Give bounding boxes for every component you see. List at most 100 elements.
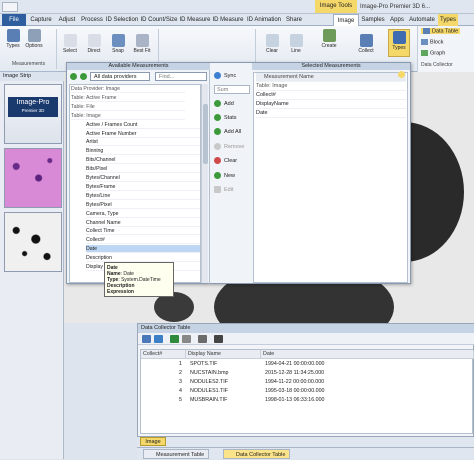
line-profile-button[interactable]: Line — [286, 34, 306, 54]
selected-list: Measurement Name Table: Image Collect# D… — [253, 72, 408, 283]
list-item[interactable]: Collect Time — [86, 227, 200, 236]
sum-select[interactable]: Sum — [214, 85, 250, 94]
tab-data-collector-table[interactable]: Data Collector Table — [223, 449, 291, 459]
data-grid: Collect# Display Name Date 1 SPOTS.TIF 1… — [140, 349, 474, 434]
tab-automate[interactable]: Automate — [407, 14, 437, 26]
list-group-header[interactable]: Data Provider: Image — [71, 85, 185, 93]
collect-button[interactable]: Collect — [355, 34, 377, 54]
dropdown-icon[interactable] — [182, 335, 191, 343]
vertical-scrollbar[interactable] — [201, 84, 208, 283]
tab-types[interactable]: Types — [438, 14, 458, 26]
check-icon[interactable] — [70, 73, 77, 80]
add-button[interactable]: Add — [214, 100, 234, 107]
list-item[interactable]: Bytes/Pixel — [86, 201, 200, 209]
types-dc-button[interactable]: Types — [388, 29, 410, 57]
tab-samples[interactable]: Samples — [360, 14, 386, 26]
tab-id-animation[interactable]: ID Animation — [245, 14, 283, 26]
list-group-header[interactable]: Table: File — [71, 103, 185, 111]
graph-button[interactable]: Graph — [421, 50, 445, 56]
data-collector-table: Data Collector Table Collect# Display Na… — [137, 323, 474, 437]
select-button[interactable]: Select — [60, 34, 80, 54]
tab-share[interactable]: Share — [284, 14, 304, 26]
thumbnail-spots[interactable] — [4, 212, 62, 272]
tab-image[interactable]: Image — [333, 14, 359, 26]
options-button[interactable]: Options — [24, 29, 44, 49]
snap-button[interactable]: Snap — [108, 34, 128, 54]
excel-icon[interactable] — [170, 335, 179, 343]
column-header-display-name[interactable]: Display Name — [186, 350, 261, 359]
table-icon[interactable] — [142, 335, 151, 343]
list-item[interactable]: Bits/Pixel — [86, 165, 200, 174]
pointer-icon — [87, 34, 101, 47]
list-item[interactable]: Date — [86, 245, 200, 254]
list-item[interactable]: Channel Name — [86, 219, 200, 227]
clear-icon — [265, 34, 279, 47]
list-group-header[interactable]: Table: Image — [71, 112, 185, 120]
list-item[interactable]: Active / Frames Count — [86, 121, 200, 129]
cell-date: 1995-03-18 00:00:00.000 — [265, 388, 325, 394]
types-icon — [392, 31, 406, 44]
cursor-icon — [63, 34, 77, 47]
image-strip-title: Image Strip — [0, 72, 64, 81]
selected-item[interactable]: DisplayName — [256, 100, 406, 109]
column-header-date[interactable]: Date — [261, 350, 474, 359]
tab-id-count-size[interactable]: ID Count/Size — [140, 14, 178, 26]
column-header-collect[interactable]: Collect# — [141, 350, 186, 359]
list-item[interactable]: Artist — [86, 138, 200, 147]
list-item[interactable]: Bits/Channel — [86, 156, 200, 165]
list-item[interactable]: Camera, Type — [86, 210, 200, 218]
chart-icon[interactable] — [198, 335, 207, 343]
clear-button[interactable]: Clear — [262, 34, 282, 54]
direct-button[interactable]: Direct — [84, 34, 104, 54]
tab-id-measure[interactable]: ID Measure — [179, 14, 211, 26]
block-button[interactable]: Block — [421, 39, 443, 45]
lightbulb-icon[interactable] — [398, 71, 405, 78]
find-input[interactable]: Find... — [155, 72, 207, 81]
list-item[interactable]: Binning — [86, 147, 200, 156]
list-item[interactable]: Bytes/Line — [86, 192, 200, 200]
stats-icon — [214, 114, 221, 121]
create-button[interactable]: Create — [318, 29, 340, 49]
cell-date: 1998-01-13 06:33:16.000 — [265, 397, 325, 403]
stats-button[interactable]: Stats — [214, 114, 237, 121]
save-icon[interactable] — [154, 335, 163, 343]
selected-item[interactable]: Date — [256, 109, 406, 118]
list-item[interactable]: Bytes/Frame — [86, 183, 200, 191]
list-group-header[interactable]: Table: Active Frame — [71, 94, 185, 102]
grid-icon[interactable] — [214, 335, 223, 343]
tab-id-measure-2[interactable]: ID Measure — [212, 14, 244, 26]
sync-button[interactable]: Sync — [214, 72, 236, 79]
thumbnail-nucstain[interactable] — [4, 148, 62, 208]
arrow-icon[interactable] — [80, 73, 87, 80]
group-label-measurements: Measurements — [12, 61, 46, 67]
edit-button[interactable]: Edit — [214, 186, 233, 193]
clear-list-button[interactable]: Clear — [214, 157, 237, 164]
data-collector-title: Data Collector Table — [138, 324, 474, 333]
new-button[interactable]: New — [214, 172, 235, 179]
tab-file[interactable]: File — [2, 14, 26, 26]
scroll-thumb[interactable] — [203, 104, 208, 164]
data-table-button[interactable]: Data Table — [421, 28, 461, 35]
tab-id-selection[interactable]: ID Selection — [105, 14, 139, 26]
list-item[interactable]: Active Frame Number — [86, 130, 200, 138]
cell-display-name: SPOTS.TIF — [190, 361, 218, 367]
list-item[interactable]: Description — [86, 254, 200, 263]
image-tab[interactable]: Image — [140, 437, 166, 446]
types-button[interactable]: Types — [4, 29, 22, 49]
list-item[interactable]: Collect# — [86, 236, 200, 245]
thumbnail-logo[interactable]: Image-Pro Premier 3D — [4, 84, 62, 144]
list-item[interactable]: Bytes/Channel — [86, 174, 200, 182]
selected-item[interactable]: Collect# — [256, 91, 406, 100]
provider-select[interactable]: All data providers — [90, 72, 150, 81]
tab-measurement-table[interactable]: Measurement Table — [143, 449, 210, 459]
tab-apps[interactable]: Apps — [388, 14, 406, 26]
quick-access-toolbar[interactable] — [2, 2, 18, 12]
remove-button[interactable]: Remove — [214, 143, 244, 150]
cell-date: 1994-04-21 00:00:00.000 — [265, 361, 325, 367]
add-all-button[interactable]: Add All — [214, 128, 241, 135]
tab-process[interactable]: Process — [80, 14, 104, 26]
available-list: Data Provider: Image Table: Active Frame T… — [69, 84, 201, 283]
tab-capture[interactable]: Capture — [28, 14, 54, 26]
best-fit-button[interactable]: Best Fit — [132, 34, 152, 54]
tab-adjust[interactable]: Adjust — [55, 14, 79, 26]
